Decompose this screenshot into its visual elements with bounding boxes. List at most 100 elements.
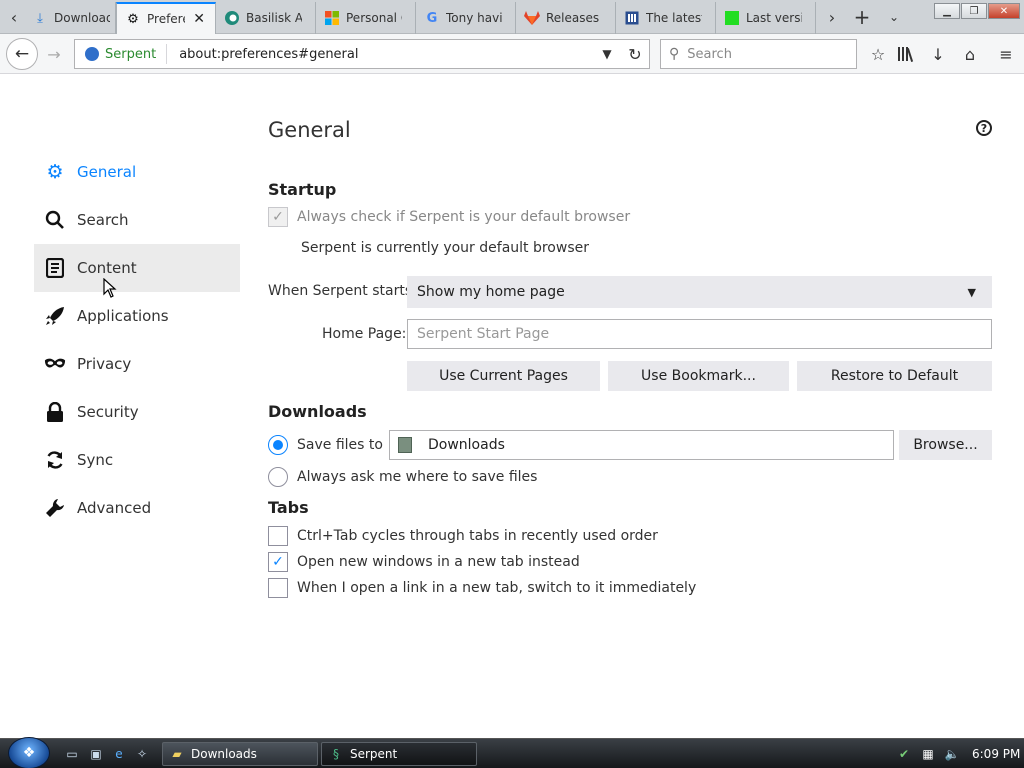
gear-icon: ⚙ [127,11,139,27]
minimize-icon: ▁ [943,5,951,17]
all-tabs-button[interactable]: ⌄ [882,0,906,34]
rocket-icon [44,305,66,327]
taskbar-item-downloads[interactable]: ▰ Downloads [162,742,318,766]
tab-last-version[interactable]: Last versio [716,2,816,34]
navigation-toolbar: ← → Serpent about:preferences#general ▼ … [0,34,1024,74]
dropdown-arrow-icon: ▼ [967,285,976,299]
sidebar-item-security[interactable]: Security [34,388,240,436]
when-starts-label: When Serpent starts: [268,283,417,299]
startup-heading: Startup [268,180,337,199]
checkmark-icon: ✓ [272,554,284,570]
network-icon[interactable]: ▦ [920,746,936,762]
search-placeholder: Search [687,46,732,62]
forward-button[interactable]: → [42,42,66,66]
windows-orb-icon: ❖ [22,745,36,761]
always-ask-radio[interactable] [268,467,288,487]
sidebar-item-advanced[interactable]: Advanced [34,484,240,532]
volume-muted-icon[interactable]: 🔈 [944,746,960,762]
close-window-button[interactable]: ✕ [988,3,1020,19]
use-bookmark-button[interactable]: Use Bookmark... [608,361,789,391]
taskbar-item-serpent[interactable]: § Serpent [321,742,477,766]
url-text[interactable]: about:preferences#general [167,47,593,62]
switch-immediately-checkbox[interactable] [268,578,288,598]
scroll-tabs-right-button[interactable]: › [820,0,844,34]
home-page-input[interactable]: Serpent Start Page [407,319,992,349]
start-button[interactable]: ❖ [8,737,50,768]
site-identity[interactable]: Serpent [75,44,168,64]
default-browser-status: Serpent is currently your default browse… [301,240,589,256]
sidebar-item-content[interactable]: Content [34,244,240,292]
ctrl-tab-checkbox[interactable] [268,526,288,546]
tab-bar: ‹ ⤓ Download ⚙ Prefere ✕ Basilisk An Per… [0,0,1024,34]
browse-button[interactable]: Browse... [899,430,992,460]
when-starts-select[interactable]: Show my home page ▼ [407,276,992,308]
minimize-button[interactable]: ▁ [934,3,960,19]
chevron-right-icon: › [828,7,836,27]
reload-icon[interactable]: ↻ [621,45,649,64]
sidebar-item-general[interactable]: ⚙ General [34,148,240,196]
tab-downloads[interactable]: ⤓ Download [24,2,116,34]
download-folder-field[interactable]: Downloads [389,430,894,460]
save-files-label: Save files to [297,437,383,453]
default-browser-checkbox[interactable]: ✓ [268,207,288,227]
browser-quicklaunch-icon[interactable]: ✧ [134,746,150,762]
document-icon [44,257,66,279]
chevron-left-icon: ‹ [10,7,18,27]
scroll-tabs-left-button[interactable]: ‹ [2,0,26,34]
sidebar-item-sync[interactable]: Sync [34,436,240,484]
downloads-arrow-icon[interactable]: ↓ [926,42,950,66]
tab-releases[interactable]: Releases [516,2,616,34]
close-icon: ✕ [999,5,1009,17]
basilisk-icon [224,10,240,26]
new-tab-button[interactable]: + [850,0,874,34]
close-tab-icon[interactable]: ✕ [193,11,205,27]
sync-icon [44,449,66,471]
tab-the-latest[interactable]: The latest [616,2,716,34]
clock[interactable]: 6:09 PM [972,747,1020,761]
restore-default-button[interactable]: Restore to Default [797,361,992,391]
search-icon [44,209,66,231]
search-box[interactable]: ⚲ Search [660,39,857,69]
restore-icon: ❐ [969,5,979,17]
restore-button[interactable]: ❐ [961,3,987,19]
sidebar-item-search[interactable]: Search [34,196,240,244]
wrench-icon [44,497,66,519]
tab-google[interactable]: G Tony havil [416,2,516,34]
search-icon: ⚲ [669,46,680,62]
url-bar[interactable]: Serpent about:preferences#general ▼ ↻ [74,39,650,69]
folder-icon [398,437,412,453]
network-check-icon[interactable]: ✔ [896,746,912,762]
system-tray: ✔ ▦ 🔈 6:09 PM [888,739,1024,768]
menu-hamburger-icon[interactable]: ≡ [994,42,1018,66]
switch-windows-icon[interactable]: ▣ [88,746,104,762]
bookmark-star-icon[interactable]: ☆ [866,42,890,66]
downloads-heading: Downloads [268,402,367,421]
arrow-left-icon: ← [14,44,30,64]
open-new-windows-checkbox[interactable]: ✓ [268,552,288,572]
page-title: General [268,118,351,142]
show-desktop-icon[interactable]: ▭ [64,746,80,762]
tab-basilisk[interactable]: Basilisk An [216,2,316,34]
ctrl-tab-label: Ctrl+Tab cycles through tabs in recently… [297,528,658,544]
green-square-icon [724,10,740,26]
download-arrow-icon: ⤓ [37,10,43,26]
use-current-pages-button[interactable]: Use Current Pages [407,361,600,391]
url-dropdown-icon[interactable]: ▼ [593,47,621,61]
help-icon[interactable]: ? [976,120,992,136]
windows-logo-icon [324,10,340,26]
tab-personal[interactable]: Personal C [316,2,416,34]
tab-preferences[interactable]: ⚙ Prefere ✕ [116,2,216,34]
home-icon[interactable]: ⌂ [958,42,982,66]
save-files-radio[interactable] [268,435,288,455]
sidebar-item-applications[interactable]: Applications [34,292,240,340]
library-icon[interactable] [894,42,918,66]
lock-icon [44,401,66,423]
internet-explorer-icon[interactable]: e [111,746,127,762]
back-button[interactable]: ← [6,38,38,70]
default-browser-check-label: Always check if Serpent is your default … [297,209,631,225]
chevron-down-icon: ⌄ [888,10,900,24]
checkmark-icon: ✓ [272,209,284,225]
plus-icon: + [853,5,871,29]
gear-icon: ⚙ [46,161,64,183]
sidebar-item-privacy[interactable]: Privacy [34,340,240,388]
